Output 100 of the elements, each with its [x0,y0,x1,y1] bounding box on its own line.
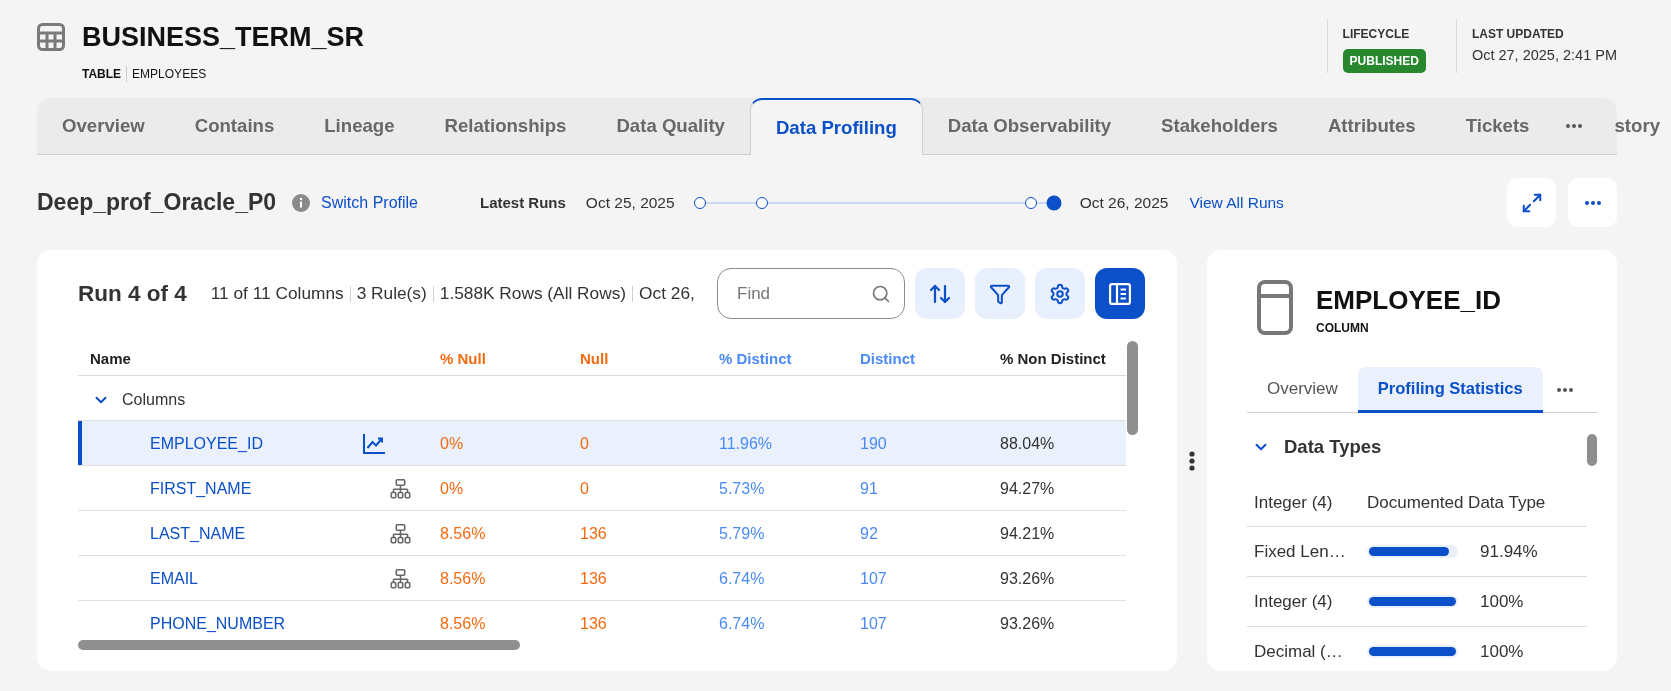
more-icon [1566,124,1583,128]
tab[interactable]: Attributes [1302,98,1441,154]
table-cell: 94.21% [1000,525,1055,543]
table-cell: 136 [580,615,607,633]
run-point[interactable] [755,196,768,209]
line-chart-icon[interactable] [363,434,385,454]
column-header[interactable]: Name [90,349,131,367]
tab[interactable]: Stakeholders [1136,98,1303,154]
tab[interactable]: Data Quality [591,98,750,154]
object-type: TABLE [82,67,122,81]
tab[interactable]: Data Profiling [749,98,923,155]
documented-type-label: Documented Data Type [1367,493,1546,513]
run-point[interactable] [1024,196,1037,209]
view-all-runs-link[interactable]: View All Runs [1189,193,1284,212]
column-header[interactable]: Distinct [860,349,915,367]
percentage-text: 91.94% [1480,541,1538,562]
detail-type: COLUMN [1316,321,1369,335]
status-badge: PUBLISHED [1342,49,1426,73]
expand-button[interactable] [1507,178,1556,227]
table-cell: 5.79% [719,525,765,543]
column-name-link[interactable]: PHONE_NUMBER [150,615,286,633]
switch-profile-link[interactable]: Switch Profile [321,193,418,212]
lifecycle-label: LIFECYCLE [1342,27,1410,41]
tab[interactable]: Relationships [419,98,592,154]
table-row[interactable]: EMAIL 8.56% 136 6.74% 107 93.26% [78,556,1126,601]
tab[interactable]: Overview [1247,367,1358,413]
table-cell: 93.26% [1000,615,1055,633]
hierarchy-icon[interactable] [390,569,411,589]
tab[interactable]: Data Observability [922,98,1137,154]
column-name-link[interactable]: EMPLOYEE_ID [150,435,263,453]
data-type-name: Fixed Len… [1254,541,1346,562]
info-icon[interactable] [292,193,311,212]
table-cell: 8.56% [440,615,486,633]
column-icon [1257,280,1293,335]
last-run-date: Oct 26, 2025 [1079,193,1169,212]
group-label: Columns [122,390,186,409]
filter-icon [989,282,1011,305]
table-cell: 107 [860,615,887,633]
data-type-name: Decimal (… [1254,641,1343,662]
vertical-scrollbar[interactable] [1587,434,1597,466]
percentage-text: 100% [1480,591,1524,612]
column-header[interactable]: % Distinct [719,349,792,367]
run-point[interactable] [693,196,706,209]
table-cell: 11.96% [719,435,773,453]
tab[interactable]: Contains [169,98,300,154]
column-header[interactable]: % Non Distinct [1000,349,1106,367]
table-cell: 136 [580,570,607,588]
table-cell: 6.74% [719,570,765,588]
table-icon [37,23,65,51]
sort-button[interactable] [915,268,965,319]
table-cell: 136 [580,525,607,543]
drag-handle-icon[interactable] [1189,450,1195,471]
side-panel-icon [1109,282,1131,305]
table-cell: 8.56% [440,570,486,588]
tab[interactable]: Overview [37,98,170,154]
run-title: Run 4 of 4 [78,280,187,307]
table-cell: 91 [860,480,878,498]
side-panel-button[interactable] [1095,268,1145,319]
more-icon [1584,200,1601,205]
search-icon [871,283,891,304]
table-row[interactable]: FIRST_NAME 0% 0 5.73% 91 94.27% [78,466,1126,511]
table-cell: 8.56% [440,525,486,543]
last-updated-value: Oct 27, 2025, 2:41 PM [1471,47,1617,63]
hierarchy-icon[interactable] [390,524,411,544]
tab[interactable]: Profiling Statistics [1357,367,1543,413]
run-summary-item: 1.588K Rows (All Rows) [439,283,627,304]
percentage-text: 100% [1480,641,1524,662]
first-run-date: Oct 25, 2025 [585,193,675,212]
detail-title: EMPLOYEE_ID [1316,284,1501,316]
tab[interactable]: story [1614,98,1660,154]
table-cell: 0% [440,480,464,498]
table-row[interactable]: LAST_NAME 8.56% 136 5.79% 92 94.21% [78,511,1126,556]
tab[interactable]: Tickets [1440,98,1555,154]
vertical-scrollbar[interactable] [1127,341,1138,435]
tab[interactable]: Lineage [299,98,420,154]
documented-type-value: Integer (4) [1254,493,1333,513]
search-field[interactable]: Find [717,268,905,319]
page-title: BUSINESS_TERM_SR [82,21,365,54]
table-cell: 93.26% [1000,570,1055,588]
table-cell: 0% [440,435,464,453]
run-summary-item: Oct 26, [639,283,695,304]
data-type-name: Integer (4) [1254,591,1333,612]
table-row[interactable]: EMPLOYEE_ID 0% 0 11.96% 190 88.04% [78,421,1126,466]
column-name-link[interactable]: EMAIL [150,570,198,588]
expand-icon [1520,191,1543,214]
horizontal-scrollbar[interactable] [78,640,520,650]
settings-icon [1049,282,1071,305]
filter-button[interactable] [975,268,1025,319]
object-name: EMPLOYEES [132,67,207,81]
last-updated-label: LAST UPDATED [1471,27,1564,41]
table-cell: 190 [860,435,887,453]
more-icon [1556,387,1573,392]
table-cell: 88.04% [1000,435,1055,453]
section-title: Data Types [1284,436,1382,458]
settings-button[interactable] [1035,268,1085,319]
run-point[interactable] [1046,195,1062,210]
column-name-link[interactable]: FIRST_NAME [150,480,252,498]
table-cell: 5.73% [719,480,765,498]
hierarchy-icon[interactable] [390,479,411,499]
column-name-link[interactable]: LAST_NAME [150,525,246,543]
